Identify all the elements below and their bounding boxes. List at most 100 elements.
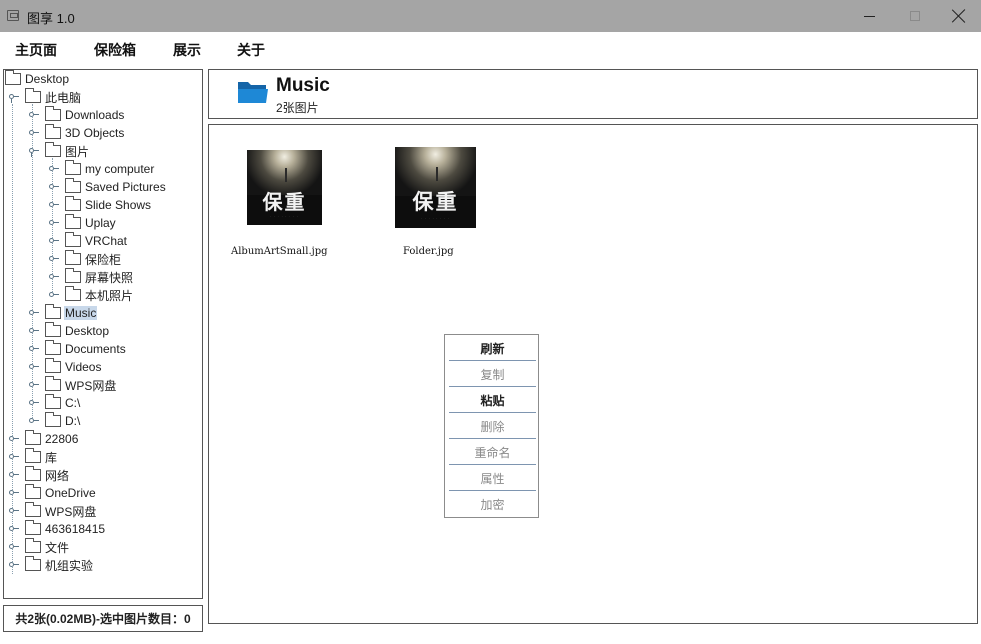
tree-toggle-icon[interactable] <box>9 452 19 462</box>
maximize-button[interactable] <box>892 0 938 32</box>
tree-item-screenshots[interactable]: 屏幕快照 <box>49 268 134 286</box>
tree-item-network[interactable]: 网络 <box>9 466 70 484</box>
image-app-icon <box>7 10 19 21</box>
tree-item-desktop-root[interactable]: Desktop <box>5 70 70 88</box>
tree-toggle-icon[interactable] <box>9 506 19 516</box>
tree-item-wps-drive-top[interactable]: WPS网盘 <box>9 502 97 520</box>
tree-item-label: Music <box>64 306 98 320</box>
folder-icon <box>65 268 81 283</box>
tree-item-desktop[interactable]: Desktop <box>29 322 110 340</box>
tree-item-vrchat[interactable]: VRChat <box>49 232 128 250</box>
tree-item-22806[interactable]: 22806 <box>9 430 79 448</box>
tree-item-local-photos[interactable]: 本机照片 <box>49 286 134 304</box>
menu-separator <box>449 386 536 387</box>
tree-item-label: OneDrive <box>45 486 96 500</box>
tree-toggle-icon[interactable] <box>9 470 19 480</box>
tree-toggle-icon[interactable] <box>29 146 39 157</box>
folder-icon <box>45 322 61 337</box>
tree-item-c-drive[interactable]: C:\ <box>29 394 81 412</box>
tree-toggle-icon[interactable] <box>29 128 39 138</box>
tree-item-d-drive[interactable]: D:\ <box>29 412 81 430</box>
tree-item-label: my computer <box>85 162 155 176</box>
minimize-button[interactable] <box>846 0 892 32</box>
tree-item-label: 机组实验 <box>45 558 94 573</box>
tree-toggle-icon[interactable] <box>49 200 59 210</box>
tree-item-label: WPS网盘 <box>45 504 97 519</box>
tree-toggle-icon[interactable] <box>9 560 19 570</box>
tree-item-library[interactable]: 库 <box>9 448 58 466</box>
menu-home[interactable]: 主页面 <box>15 40 57 60</box>
image-count: 2张图片 <box>276 101 319 115</box>
tree-toggle-icon[interactable] <box>29 380 39 390</box>
tree-item-videos[interactable]: Videos <box>29 358 102 376</box>
folder-icon <box>25 538 41 553</box>
tree-item-documents[interactable]: Documents <box>29 340 127 358</box>
tree-item-music[interactable]: Music <box>29 304 98 322</box>
menu-display[interactable]: 展示 <box>173 40 201 60</box>
image-grid[interactable]: 保重 · · · · · · · · AlbumArtSmall.jpg 保重 … <box>208 124 978 624</box>
folder-icon <box>25 448 41 463</box>
tree-item-files[interactable]: 文件 <box>9 538 70 556</box>
tree-item-pictures[interactable]: 图片 <box>29 142 90 160</box>
tree-toggle-icon[interactable] <box>9 434 19 444</box>
tree-item-wps-drive[interactable]: WPS网盘 <box>29 376 117 394</box>
menu-separator <box>449 438 536 439</box>
tree-toggle-icon[interactable] <box>9 488 19 498</box>
tree-item-my-computer[interactable]: my computer <box>49 160 155 178</box>
tree-item-label: Slide Shows <box>85 198 152 212</box>
status-bar: 共2张(0.02MB)-选中图片数目：0 <box>3 605 203 632</box>
folder-icon <box>25 430 41 445</box>
tree-toggle-icon[interactable] <box>49 218 59 228</box>
album-art-image: 保重 · · · · · · · · <box>247 150 322 225</box>
tree-item-saved-pictures[interactable]: Saved Pictures <box>49 178 167 196</box>
close-icon <box>952 9 966 23</box>
tree-item-label: 本机照片 <box>85 288 134 303</box>
image-filename: Folder.jpg <box>403 246 454 257</box>
tree-item-label: 图片 <box>65 144 90 159</box>
tree-toggle-icon[interactable] <box>29 398 39 408</box>
folder-icon <box>45 412 61 427</box>
tree-toggle-icon[interactable] <box>9 92 19 103</box>
menu-rename: 重命名 <box>474 445 511 460</box>
tree-item-slide-shows[interactable]: Slide Shows <box>49 196 152 214</box>
menu-safe[interactable]: 保险箱 <box>94 40 136 60</box>
tree-toggle-icon[interactable] <box>49 236 59 246</box>
tree-item-uplay[interactable]: Uplay <box>49 214 117 232</box>
folder-icon <box>65 286 81 301</box>
tree-item-label: Uplay <box>85 216 116 230</box>
menu-about[interactable]: 关于 <box>237 40 265 60</box>
folder-icon <box>5 70 21 85</box>
tree-toggle-icon[interactable] <box>49 254 59 264</box>
tree-toggle-icon[interactable] <box>9 542 19 552</box>
tree-toggle-icon[interactable] <box>29 344 39 354</box>
tree-toggle-icon[interactable] <box>49 182 59 192</box>
tree-item-onedrive[interactable]: OneDrive <box>9 484 97 502</box>
close-button[interactable] <box>936 0 981 32</box>
folder-icon <box>65 160 81 175</box>
tree-toggle-icon[interactable] <box>29 326 39 336</box>
menu-refresh[interactable]: 刷新 <box>449 336 536 360</box>
tree-toggle-icon[interactable] <box>29 362 39 372</box>
menu-separator <box>449 360 536 361</box>
folder-header: Music 2张图片 <box>208 69 978 119</box>
tree-item-downloads[interactable]: Downloads <box>29 106 125 124</box>
menu-separator <box>449 490 536 491</box>
tree-toggle-icon[interactable] <box>29 308 39 318</box>
tree-toggle-icon[interactable] <box>49 272 59 282</box>
folder-icon <box>25 502 41 517</box>
menu-paste[interactable]: 粘贴 <box>449 388 536 412</box>
tree-item-safe-cabinet[interactable]: 保险柜 <box>49 250 122 268</box>
tree-toggle-icon[interactable] <box>29 416 39 426</box>
tree-toggle-icon[interactable] <box>29 110 39 120</box>
tree-item-unit-experiment[interactable]: 机组实验 <box>9 556 94 574</box>
folder-icon <box>45 340 61 355</box>
folder-icon <box>65 250 81 265</box>
tree-item-this-pc[interactable]: 此电脑 <box>9 88 82 106</box>
tree-item-463618415[interactable]: 463618415 <box>9 520 106 538</box>
tree-item-3d-objects[interactable]: 3D Objects <box>29 124 125 142</box>
tree-toggle-icon[interactable] <box>9 524 19 534</box>
menu-bar: 主页面 保险箱 展示 关于 <box>0 32 981 64</box>
tree-toggle-icon[interactable] <box>49 290 59 300</box>
folder-tree[interactable]: Desktop 此电脑 Downloads 3D Objects 图片 my c… <box>3 69 203 599</box>
tree-toggle-icon[interactable] <box>49 164 59 174</box>
